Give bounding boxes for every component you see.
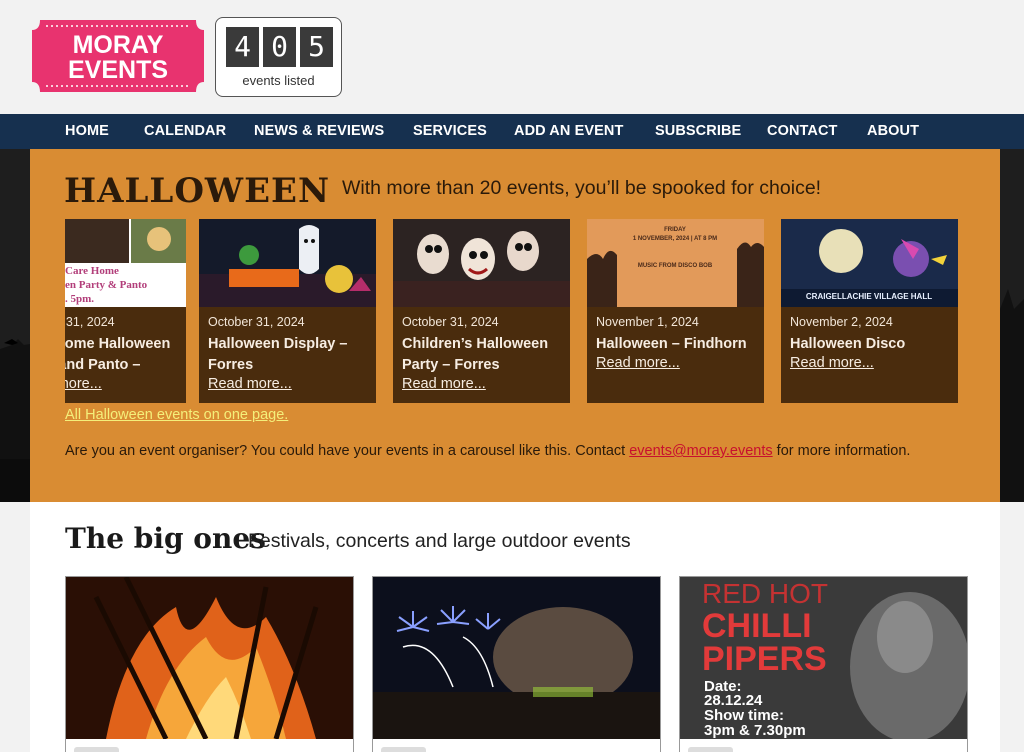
halloween-title: HALLOWEEN (64, 171, 331, 211)
section-subtitle: Festivals, concerts and large outdoor ev… (248, 530, 631, 552)
organiser-note: Are you an event organiser? You could ha… (65, 443, 910, 459)
event-date: November 1, 2024 (596, 315, 699, 329)
poster-text: 1 NOVEMBER, 2024 | AT 8 PM (633, 236, 717, 242)
carousel-card[interactable]: CRAIGELLACHIE VILLAGE HALL November 2, 2… (781, 219, 958, 403)
events-counter: 4 0 5 events listed (215, 17, 342, 97)
counter-label: events listed (242, 73, 315, 88)
fireworks-image[interactable] (373, 577, 661, 739)
event-thumbnail[interactable] (199, 219, 376, 307)
site-header: MORAY EVENTS 4 0 5 events listed (0, 0, 1024, 114)
event-thumbnail[interactable] (393, 219, 570, 307)
read-more-link[interactable]: Read more... (402, 376, 486, 392)
carousel-card[interactable]: Care Home en Party & Panto . 5pm. Octobe… (65, 219, 186, 403)
organiser-text-end: for more information. (772, 443, 911, 459)
section-title: The big ones (65, 522, 266, 555)
nav-about[interactable]: ABOUT (867, 114, 919, 149)
halloween-section: HALLOWEEN With more than 20 events, you’… (30, 149, 1000, 502)
big-ones-section: The big ones Festivals, concerts and lar… (0, 502, 1024, 752)
poster-text: en Party & Panto (65, 279, 148, 291)
card-tag (688, 747, 733, 752)
read-more-link[interactable]: Read more... (208, 376, 292, 392)
poster-text: PIPERS (702, 640, 827, 678)
halloween-tagline: With more than 20 events, you’ll be spoo… (342, 177, 822, 199)
all-halloween-events-link[interactable]: All Halloween events on one page. (65, 407, 288, 423)
poster-text: CRAIGELLACHIE VILLAGE HALL (806, 292, 932, 301)
event-date: November 2, 2024 (790, 315, 893, 329)
nav-add-an-event[interactable]: ADD AN EVENT (514, 114, 623, 149)
poster-text: Care Home (65, 265, 119, 277)
moray-events-logo[interactable]: MORAY EVENTS (30, 18, 206, 94)
nav-services[interactable]: SERVICES (413, 114, 487, 149)
counter-digit: 5 (300, 27, 333, 67)
logo-line2: EVENTS (68, 56, 168, 84)
event-thumbnail[interactable]: Care Home en Party & Panto . 5pm. (65, 219, 186, 307)
event-title[interactable]: Halloween Disco (790, 334, 955, 355)
event-title[interactable]: Halloween – Findhorn (596, 334, 761, 355)
poster-text: 3pm & 7.30pm (704, 722, 806, 739)
event-date: October 31, 2024 (402, 315, 499, 329)
carousel-card[interactable]: October 31, 2024 Halloween Display – For… (199, 219, 376, 403)
nav-home[interactable]: HOME (65, 114, 109, 149)
event-thumbnail[interactable]: FRIDAY 1 NOVEMBER, 2024 | AT 8 PM MUSIC … (587, 219, 764, 307)
carousel-card[interactable]: FRIDAY 1 NOVEMBER, 2024 | AT 8 PM MUSIC … (587, 219, 764, 403)
big-ones-panel: The big ones Festivals, concerts and lar… (30, 502, 1000, 752)
main-nav: HOME CALENDAR NEWS & REVIEWS SERVICES AD… (0, 114, 1024, 149)
poster-text: . 5pm. (65, 293, 94, 305)
nav-calendar[interactable]: CALENDAR (144, 114, 226, 149)
event-title[interactable]: Halloween Display – Forres (208, 334, 373, 376)
event-thumbnail[interactable]: CRAIGELLACHIE VILLAGE HALL (781, 219, 958, 307)
chilli-pipers-poster[interactable]: RED HOT CHILLI PIPERS Date: 28.12.24 Sho… (680, 577, 968, 739)
carousel-card[interactable]: October 31, 2024 Children’s Halloween Pa… (393, 219, 570, 403)
event-date: October 31, 2024 (208, 315, 305, 329)
nav-subscribe[interactable]: SUBSCRIBE (655, 114, 741, 149)
big-event-card[interactable]: RED HOT CHILLI PIPERS Date: 28.12.24 Sho… (679, 576, 968, 752)
counter-digit: 0 (263, 27, 296, 67)
event-date: October 31, 2024 (65, 315, 115, 329)
nav-contact[interactable]: CONTACT (767, 114, 838, 149)
organiser-email-link[interactable]: events@moray.events (629, 443, 772, 459)
card-tag (74, 747, 119, 752)
card-tag (381, 747, 426, 752)
event-title[interactable]: Children’s Halloween Party – Forres (402, 334, 567, 376)
event-carousel[interactable]: Care Home en Party & Panto . 5pm. Octobe… (65, 219, 965, 405)
bonfire-image[interactable] (66, 577, 354, 739)
poster-text: MUSIC FROM DISCO BOB (638, 263, 713, 269)
organiser-text: Are you an event organiser? You could ha… (65, 443, 630, 459)
read-more-link[interactable]: Read more... (790, 355, 874, 371)
read-more-link[interactable]: Read more... (65, 376, 102, 392)
big-event-card[interactable] (65, 576, 354, 752)
poster-text: FRIDAY (664, 227, 686, 233)
nav-news-reviews[interactable]: NEWS & REVIEWS (254, 114, 384, 149)
read-more-link[interactable]: Read more... (596, 355, 680, 371)
big-event-card[interactable] (372, 576, 661, 752)
poster-text: RED HOT (702, 578, 828, 609)
counter-digit: 4 (226, 27, 259, 67)
logo-line1: MORAY (73, 31, 164, 59)
